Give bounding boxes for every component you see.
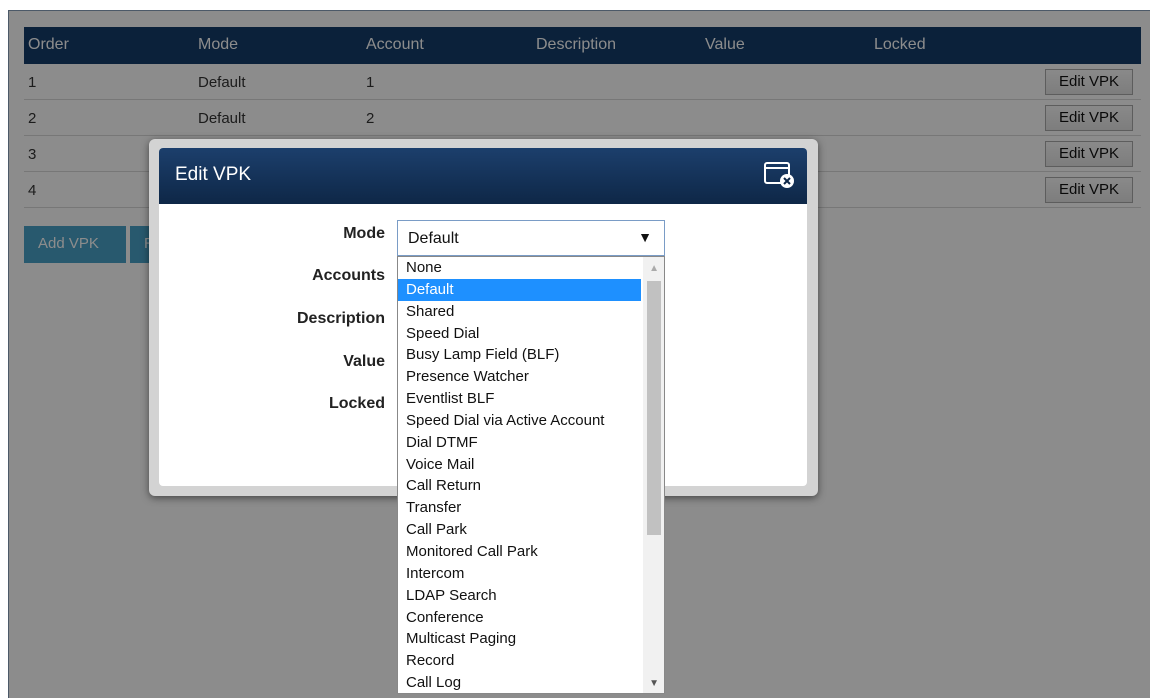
dropdown-option[interactable]: Monitored Call Park <box>398 541 641 563</box>
scroll-down-icon[interactable]: ▼ <box>649 678 659 689</box>
dropdown-option[interactable]: Intercom <box>398 563 641 585</box>
dropdown-option[interactable]: Presence Watcher <box>398 366 641 388</box>
dropdown-option[interactable]: Speed Dial <box>398 323 641 345</box>
dropdown-option[interactable]: Call Park <box>398 519 641 541</box>
mode-select-value: Default <box>408 230 459 247</box>
scroll-up-icon[interactable]: ▲ <box>649 263 659 274</box>
dropdown-option[interactable]: None <box>398 257 641 279</box>
chevron-down-icon: ▼ <box>638 229 652 245</box>
close-window-icon[interactable] <box>763 160 797 190</box>
dropdown-option[interactable]: Call Return <box>398 475 641 497</box>
value-label: Value <box>343 353 385 370</box>
dropdown-option[interactable]: Default <box>398 278 641 301</box>
locked-label: Locked <box>328 395 385 412</box>
dropdown-option[interactable]: Speed Dial via Active Account <box>398 410 641 432</box>
dialog-header: Edit VPK <box>159 148 807 204</box>
dialog-title: Edit VPK <box>175 164 252 185</box>
dropdown-option[interactable]: Conference <box>398 607 641 629</box>
dropdown-option[interactable]: Busy Lamp Field (BLF) <box>398 344 641 366</box>
dropdown-option[interactable]: Shared <box>398 301 641 323</box>
dropdown-option[interactable]: Transfer <box>398 497 641 519</box>
accounts-label: Accounts <box>312 267 385 284</box>
dropdown-option[interactable]: Voice Mail <box>398 454 641 476</box>
dropdown-option[interactable]: Eventlist BLF <box>398 388 641 410</box>
dropdown-option[interactable]: Multicast Paging <box>398 628 641 650</box>
dropdown-option[interactable]: Record <box>398 650 641 672</box>
mode-label: Mode <box>343 225 385 242</box>
dropdown-option[interactable]: Call Log <box>398 672 641 693</box>
scrollbar[interactable]: ▲ ▼ <box>643 257 664 693</box>
dropdown-option[interactable]: LDAP Search <box>398 585 641 607</box>
dropdown-option[interactable]: Dial DTMF <box>398 432 641 454</box>
description-label: Description <box>296 310 385 327</box>
mode-dropdown-list: None Default Shared Speed Dial Busy Lamp Fie… <box>397 256 665 694</box>
mode-select[interactable]: Default ▼ <box>397 220 665 256</box>
scrollbar-thumb[interactable] <box>647 281 661 535</box>
